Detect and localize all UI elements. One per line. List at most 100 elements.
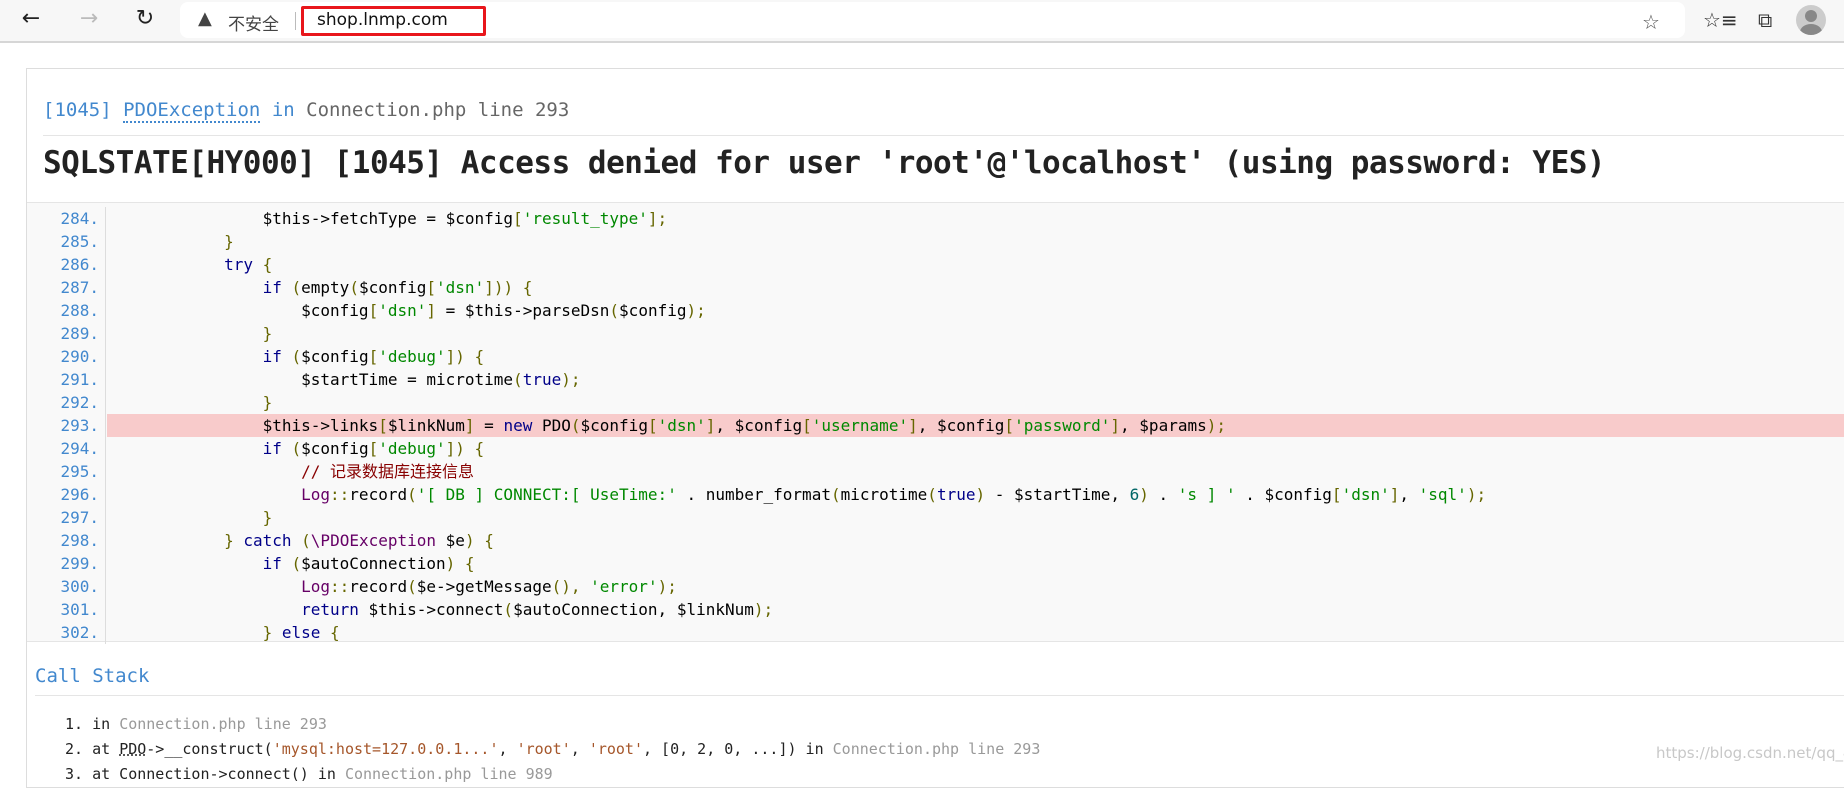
line-number: 288. bbox=[60, 301, 99, 320]
source-code-block: 284. $this->fetchType = $config['result_… bbox=[27, 202, 1844, 644]
code-text: if ($autoConnection) { bbox=[107, 552, 1844, 575]
code-token: ]; bbox=[647, 209, 668, 228]
code-token: [ bbox=[378, 416, 388, 435]
stack-text: , [0, 2, 0, ...]) in bbox=[643, 740, 833, 758]
code-line: 286. try { bbox=[27, 253, 1844, 276]
back-arrow-icon[interactable]: ← bbox=[16, 6, 46, 31]
code-token: 'password' bbox=[1014, 416, 1111, 435]
code-token: record bbox=[349, 485, 408, 504]
line-number: 295. bbox=[60, 462, 99, 481]
code-token: 'username' bbox=[811, 416, 909, 435]
code-token: ] bbox=[908, 416, 918, 435]
code-token: '[ DB ] CONNECT:[ UseTime:' bbox=[416, 485, 677, 504]
in-label: in bbox=[271, 99, 295, 121]
stack-text: 'root' bbox=[588, 740, 643, 758]
code-text: $this->fetchType = $config['result_type'… bbox=[107, 207, 1844, 230]
code-token: ) bbox=[464, 531, 475, 550]
code-token: . number_format bbox=[676, 485, 831, 504]
code-text: } bbox=[107, 391, 1844, 414]
code-token: $config bbox=[301, 347, 369, 366]
line-number: 297. bbox=[60, 508, 99, 527]
code-line: 296. Log::record('[ DB ] CONNECT:[ UseTi… bbox=[27, 483, 1844, 506]
code-token: [ bbox=[1331, 485, 1342, 504]
code-token: microtime bbox=[840, 485, 928, 504]
collections-icon[interactable]: ⧉ bbox=[1758, 8, 1772, 32]
code-token: Log bbox=[301, 577, 331, 596]
code-token: ( bbox=[291, 554, 302, 573]
code-token: \PDOException bbox=[310, 531, 437, 550]
code-token: ] bbox=[1110, 416, 1121, 435]
code-token: if bbox=[262, 439, 282, 458]
code-token: { bbox=[330, 623, 340, 642]
code-text: if ($config['debug']) { bbox=[107, 437, 1844, 460]
gutter-divider bbox=[105, 414, 106, 437]
code-line: 297. } bbox=[27, 506, 1844, 529]
code-token: [ bbox=[368, 347, 379, 366]
code-token: ); bbox=[657, 577, 677, 596]
gutter-divider bbox=[105, 276, 106, 299]
line-number: 292. bbox=[60, 393, 99, 412]
code-token: - $startTime, bbox=[985, 485, 1130, 504]
code-token: ); bbox=[686, 301, 706, 320]
code-token: } bbox=[224, 232, 234, 251]
code-text: $startTime = microtime(true); bbox=[107, 368, 1844, 391]
gutter-divider bbox=[105, 230, 106, 253]
address-bar[interactable]: ▲ 不安全 shop.lnmp.com ☆ bbox=[180, 2, 1685, 38]
code-token: :: bbox=[330, 485, 350, 504]
code-token: 6 bbox=[1129, 485, 1140, 504]
code-token: record bbox=[349, 577, 408, 596]
code-token: return bbox=[301, 600, 359, 619]
reload-icon[interactable]: ↻ bbox=[130, 6, 160, 31]
code-token: = $this->parseDsn bbox=[436, 301, 610, 320]
code-token: ) bbox=[445, 554, 456, 573]
code-token: ] bbox=[464, 416, 475, 435]
call-stack-item: 3. at Connection->connect() in Connectio… bbox=[65, 762, 1040, 787]
exception-class[interactable]: PDOException bbox=[123, 99, 261, 123]
favorites-icon[interactable]: ☆≡ bbox=[1703, 8, 1738, 32]
code-token: ] bbox=[1389, 485, 1400, 504]
code-token: $config bbox=[301, 301, 369, 320]
stack-text: 3. at Connection->connect() in bbox=[65, 765, 345, 783]
line-number: 301. bbox=[60, 600, 99, 619]
code-token: 'debug' bbox=[378, 439, 446, 458]
code-token: :: bbox=[330, 577, 350, 596]
code-token: if bbox=[262, 347, 282, 366]
line-number: 289. bbox=[60, 324, 99, 343]
gutter-divider bbox=[105, 391, 106, 414]
code-text: try { bbox=[107, 253, 1844, 276]
code-line: 299. if ($autoConnection) { bbox=[27, 552, 1844, 575]
stack-text: 'mysql:host=127.0.0.1...' bbox=[272, 740, 499, 758]
code-token: 'dsn' bbox=[378, 301, 427, 320]
gutter-divider bbox=[105, 253, 106, 276]
code-token: ] bbox=[705, 416, 716, 435]
profile-avatar-icon[interactable] bbox=[1796, 5, 1826, 35]
add-favorite-icon[interactable]: ☆ bbox=[1642, 10, 1660, 34]
divider bbox=[295, 12, 296, 30]
code-line: 287. if (empty($config['dsn'])) { bbox=[27, 276, 1844, 299]
code-token: new bbox=[503, 416, 533, 435]
code-token: $config bbox=[358, 278, 427, 297]
code-text: $config['dsn'] = $this->parseDsn($config… bbox=[107, 299, 1844, 322]
line-number: 302. bbox=[60, 623, 99, 642]
code-text: $this->links[$linkNum] = new PDO($config… bbox=[107, 414, 1844, 437]
forward-arrow-icon[interactable]: → bbox=[74, 6, 104, 31]
code-token: ])) { bbox=[484, 278, 533, 297]
gutter-divider bbox=[105, 529, 106, 552]
stack-text: , bbox=[498, 740, 517, 758]
url-text[interactable]: shop.lnmp.com bbox=[317, 10, 448, 30]
code-token: } bbox=[262, 508, 273, 527]
code-line: 300. Log::record($e->getMessage(), 'erro… bbox=[27, 575, 1844, 598]
security-label[interactable]: 不安全 bbox=[228, 10, 279, 35]
code-token: [ bbox=[368, 301, 379, 320]
code-token: 'error' bbox=[590, 577, 658, 596]
code-token: 'debug' bbox=[378, 347, 446, 366]
warning-icon[interactable]: ▲ bbox=[198, 8, 212, 29]
line-number: 287. bbox=[60, 278, 99, 297]
call-stack-title: Call Stack bbox=[35, 665, 150, 687]
